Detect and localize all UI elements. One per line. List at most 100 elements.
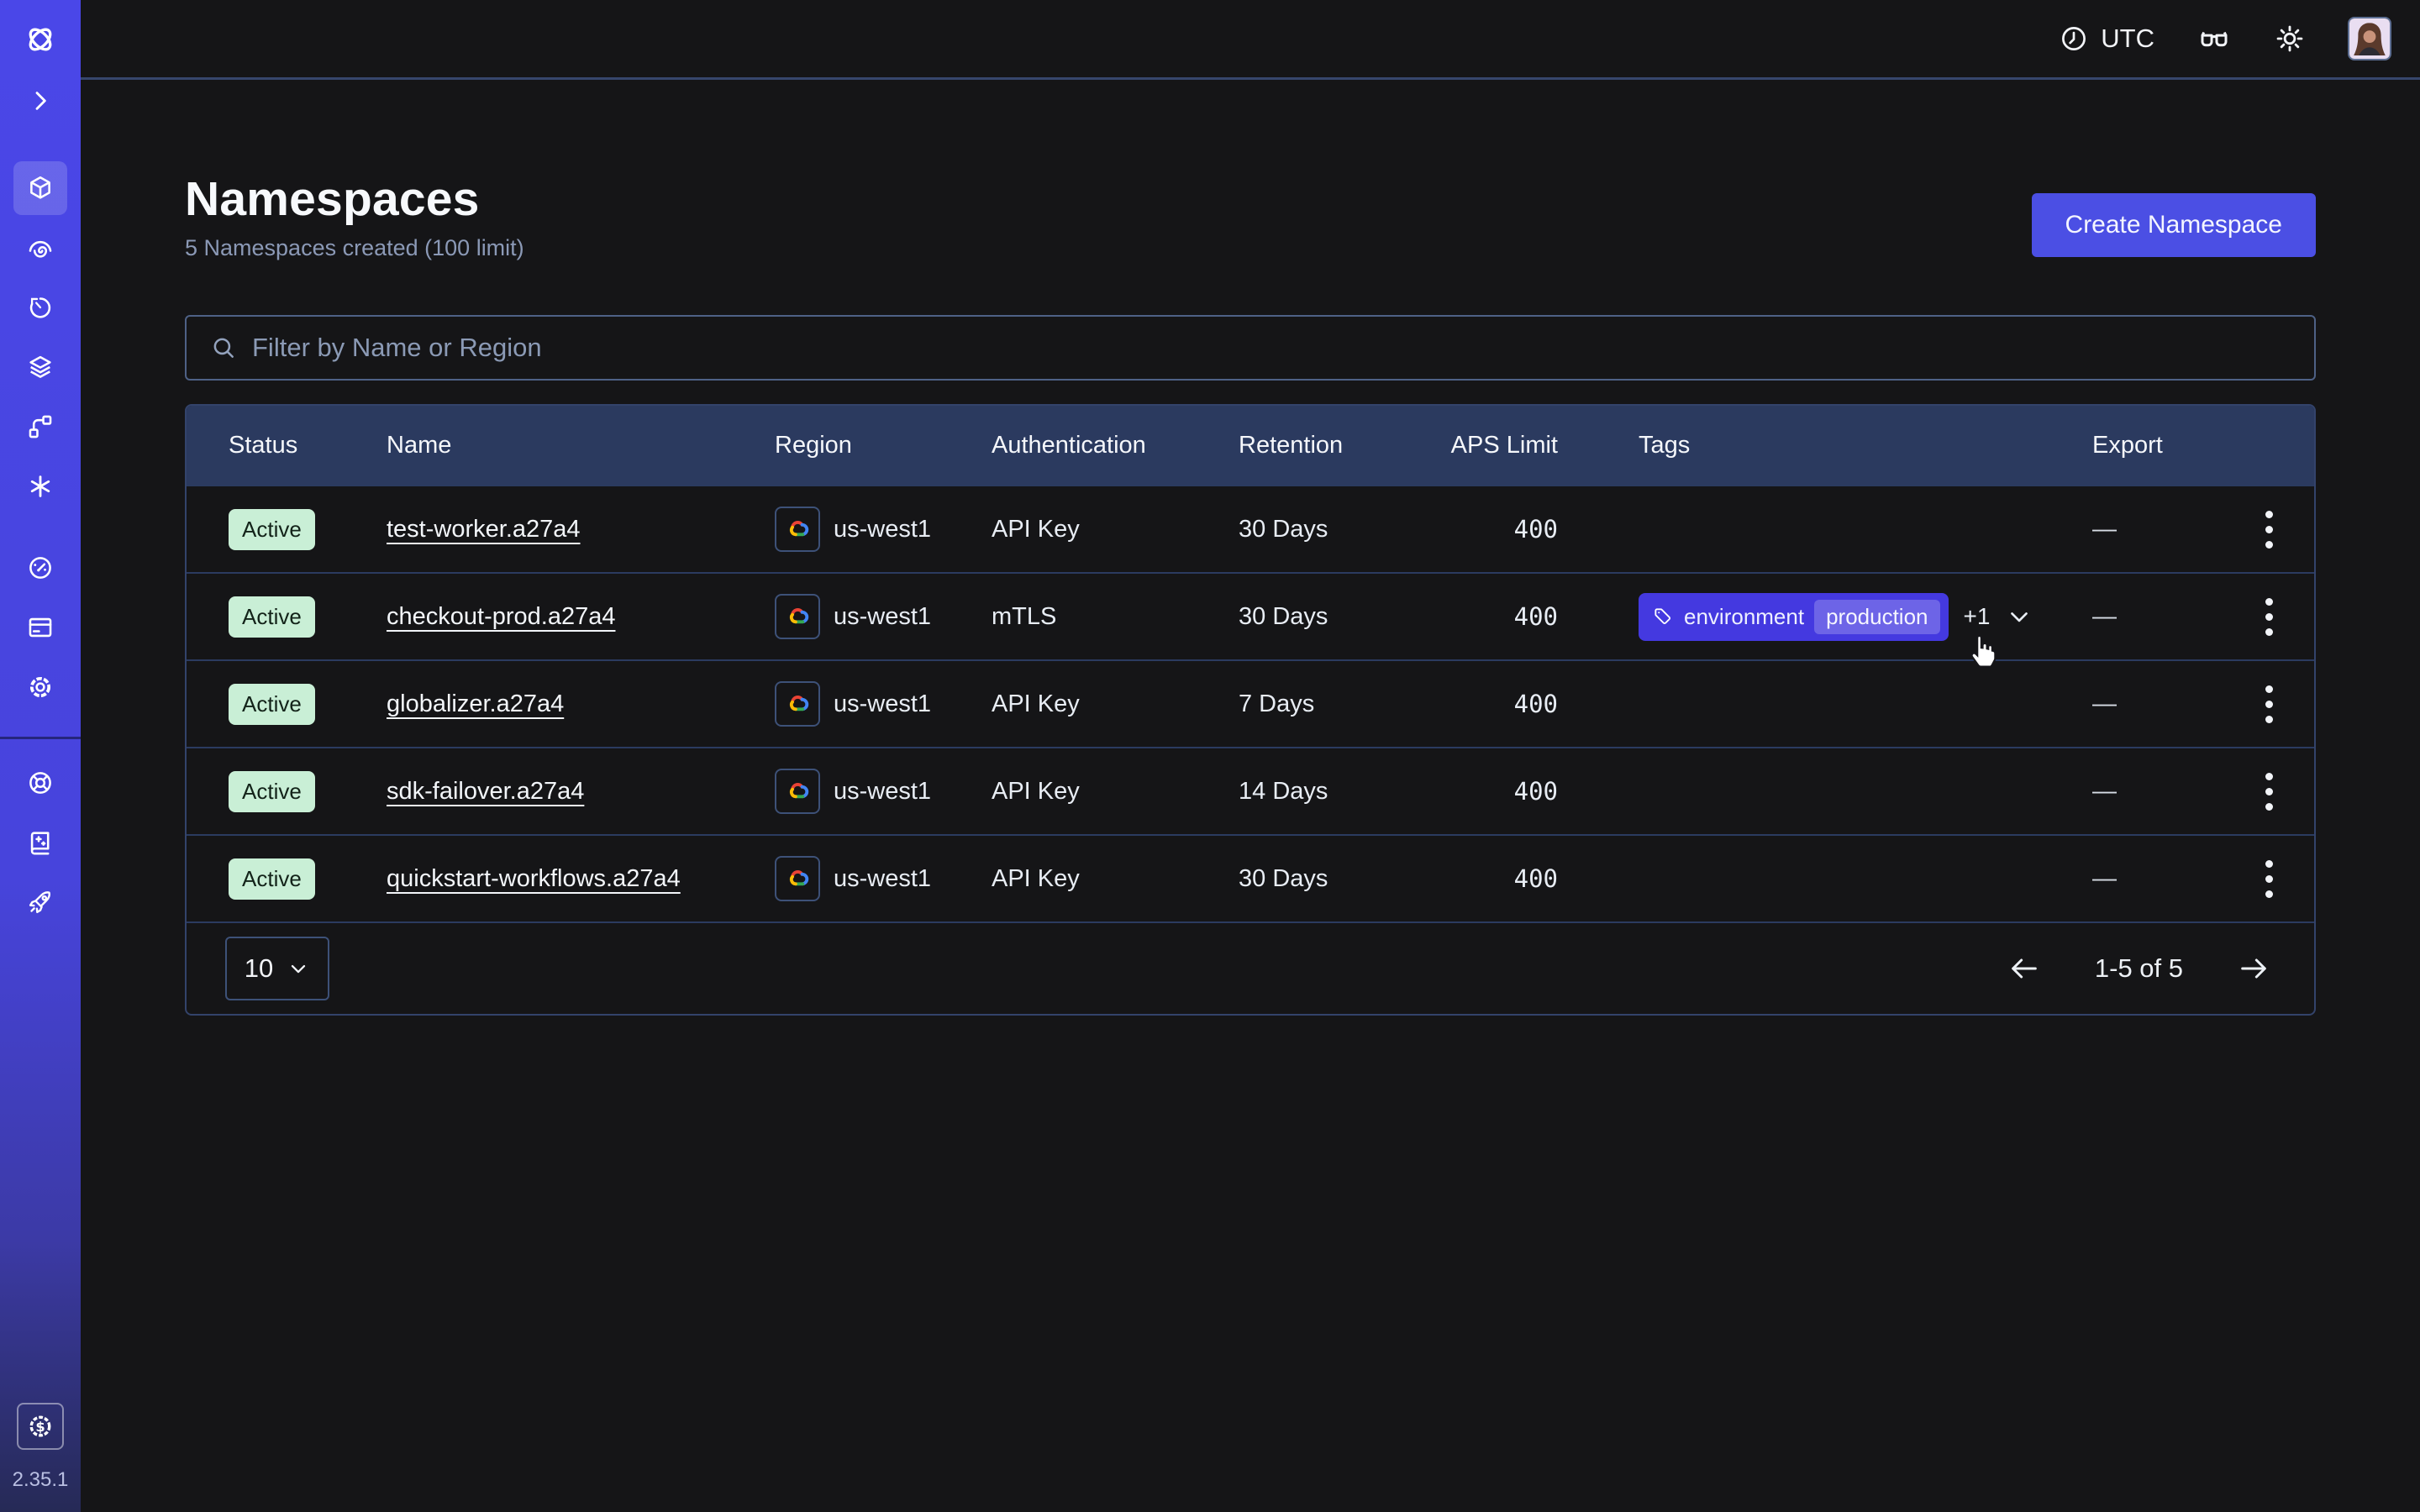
gcp-cloud-icon — [775, 507, 820, 552]
sidebar-item-support[interactable] — [13, 756, 67, 810]
namespace-link[interactable]: globalizer.a27a4 — [387, 690, 564, 717]
col-aps-limit: APS Limit — [1440, 432, 1639, 459]
col-region: Region — [775, 432, 992, 459]
filter-bar — [185, 315, 2316, 381]
svg-text:$: $ — [35, 1419, 45, 1435]
glasses-icon — [2196, 21, 2232, 56]
retention-label: 7 Days — [1239, 690, 1440, 718]
status-badge: Active — [229, 858, 315, 900]
sidebar-item-billing[interactable] — [13, 601, 67, 654]
docs-book-icon — [26, 828, 55, 857]
col-tags: Tags — [1639, 432, 2092, 459]
col-status: Status — [229, 432, 387, 459]
auth-label: API Key — [992, 865, 1239, 893]
status-badge: Active — [229, 684, 315, 725]
nexus-asterisk-icon — [26, 472, 55, 501]
topbar: UTC — [81, 0, 2420, 80]
schedules-timer-icon — [26, 293, 55, 322]
auth-label: API Key — [992, 516, 1239, 543]
export-value: — — [2092, 690, 2244, 718]
aps-limit-value: 400 — [1440, 602, 1639, 631]
row-menu-button[interactable] — [2259, 679, 2280, 730]
region-label: us-west1 — [834, 603, 931, 631]
sun-icon — [2274, 23, 2306, 55]
arrow-left-icon — [2007, 952, 2041, 985]
workflows-eye-icon — [26, 234, 55, 262]
sidebar-expand-button[interactable] — [27, 87, 54, 114]
export-value: — — [2092, 516, 2244, 543]
sidebar-item-getting-started[interactable] — [13, 875, 67, 929]
region-label: us-west1 — [834, 865, 931, 893]
namespaces-cube-icon — [26, 174, 55, 202]
temporal-logo — [23, 22, 58, 57]
row-menu-button[interactable] — [2259, 766, 2280, 817]
gcp-cloud-icon — [775, 681, 820, 727]
previous-page-button[interactable] — [2002, 947, 2046, 990]
chevron-down-icon — [287, 957, 310, 980]
row-menu-button[interactable] — [2259, 591, 2280, 643]
namespace-link[interactable]: test-worker.a27a4 — [387, 516, 581, 543]
namespace-link[interactable]: checkout-prod.a27a4 — [387, 603, 615, 630]
sidebar-item-namespaces[interactable] — [13, 161, 67, 215]
table-row: Active test-worker.a27a4 us-west1 API Ke… — [187, 485, 2314, 572]
status-badge: Active — [229, 596, 315, 638]
sidebar: $ 2.35.1 — [0, 0, 81, 1512]
aps-limit-value: 400 — [1440, 864, 1639, 893]
col-export: Export — [2092, 432, 2244, 459]
sidebar-item-usage[interactable] — [13, 541, 67, 595]
table-row: Active globalizer.a27a4 us-west1 API Key… — [187, 659, 2314, 747]
col-name: Name — [387, 432, 775, 459]
pricing-badge-icon: $ — [26, 1412, 55, 1441]
chevron-right-icon — [27, 87, 54, 114]
timezone-selector[interactable]: UTC — [2059, 24, 2154, 54]
chevron-down-icon[interactable] — [2005, 602, 2033, 631]
namespace-link[interactable]: quickstart-workflows.a27a4 — [387, 865, 681, 892]
retention-label: 30 Days — [1239, 865, 1440, 893]
tags-cell: environment production +1 — [1639, 593, 2092, 641]
namespace-link[interactable]: sdk-failover.a27a4 — [387, 778, 584, 805]
status-badge: Active — [229, 509, 315, 550]
create-namespace-button[interactable]: Create Namespace — [2032, 193, 2316, 257]
auth-label: mTLS — [992, 603, 1239, 631]
pricing-button[interactable]: $ — [17, 1403, 64, 1450]
batch-branch-icon — [26, 412, 55, 441]
user-avatar[interactable] — [2348, 17, 2391, 60]
deployments-layers-icon — [26, 353, 55, 381]
sidebar-item-nexus[interactable] — [13, 459, 67, 513]
row-menu-button[interactable] — [2259, 853, 2280, 905]
table-row: Active sdk-failover.a27a4 us-west1 API K… — [187, 747, 2314, 834]
tag-icon — [1652, 606, 1674, 627]
region-label: us-west1 — [834, 516, 931, 543]
version-label: 2.35.1 — [13, 1468, 69, 1492]
aps-limit-value: 400 — [1440, 690, 1639, 718]
export-value: — — [2092, 778, 2244, 806]
sidebar-item-batch-operations[interactable] — [13, 400, 67, 454]
main-content: Namespaces 5 Namespaces created (100 lim… — [81, 82, 2420, 1016]
sidebar-item-docs[interactable] — [13, 816, 67, 869]
page-size-select[interactable]: 10 — [225, 937, 329, 1000]
auth-label: API Key — [992, 778, 1239, 806]
sidebar-item-schedules[interactable] — [13, 281, 67, 334]
sidebar-item-workflows[interactable] — [13, 221, 67, 275]
sidebar-divider — [0, 737, 81, 739]
clock-icon — [2059, 24, 2089, 54]
gcp-cloud-icon — [775, 769, 820, 814]
tag-key: environment — [1684, 604, 1804, 630]
theme-toggle-button[interactable] — [2274, 23, 2306, 55]
sidebar-item-deployments[interactable] — [13, 340, 67, 394]
gcp-cloud-icon — [775, 856, 820, 901]
page-title: Namespaces — [185, 171, 524, 227]
page-size-value: 10 — [245, 953, 273, 984]
usage-gauge-icon — [26, 554, 55, 582]
search-icon — [210, 334, 237, 361]
filter-input[interactable] — [252, 333, 2291, 363]
arrow-right-icon — [2237, 952, 2270, 985]
row-menu-button[interactable] — [2259, 504, 2280, 555]
aps-limit-value: 400 — [1440, 777, 1639, 806]
labs-toggle-button[interactable] — [2196, 21, 2232, 56]
table-pagination: 10 1-5 of 5 — [187, 921, 2314, 1014]
next-page-button[interactable] — [2232, 947, 2275, 990]
retention-label: 14 Days — [1239, 778, 1440, 806]
sidebar-item-settings[interactable] — [13, 660, 67, 714]
tag-pill[interactable]: environment production — [1639, 593, 1949, 641]
